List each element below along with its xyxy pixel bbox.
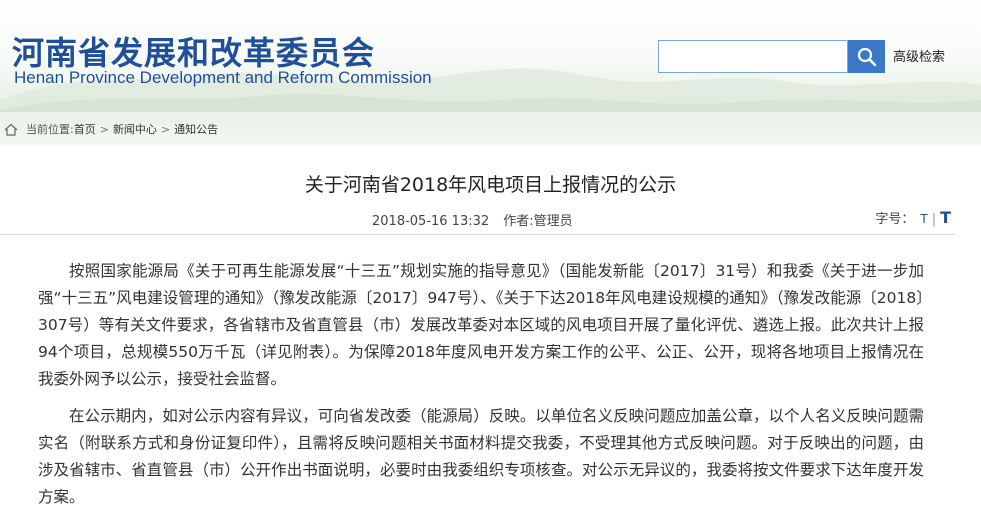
breadcrumb-separator: > <box>99 122 109 136</box>
breadcrumb-home[interactable]: 首页 <box>74 121 96 137</box>
breadcrumb-separator: > <box>160 122 171 136</box>
breadcrumb-news-center[interactable]: 新闻中心 <box>113 121 157 137</box>
author: 作者:管理员 <box>503 214 573 229</box>
publish-date: 2018-05-16 13:32 <box>372 214 490 229</box>
font-size-control: 字号： T | T <box>875 208 951 227</box>
search-button[interactable] <box>848 40 885 73</box>
divider <box>0 234 955 235</box>
breadcrumb: 当前位置: 首页 > 新闻中心 > 通知公告 <box>0 112 981 146</box>
font-small-button[interactable]: T <box>920 212 927 226</box>
article-meta: 2018-05-16 13:32 作者:管理员 <box>372 210 583 229</box>
site-header: 河南省发展和改革委员会 Henan Province Development a… <box>0 0 981 112</box>
search-input[interactable] <box>658 40 848 73</box>
paragraph: 按照国家能源局《关于可再生能源发展“十三五”规划实施的指导意见》（国能发新能〔2… <box>38 262 924 388</box>
advanced-search-link[interactable]: 高级检索 <box>893 46 945 65</box>
site-subtitle: Henan Province Development and Reform Co… <box>14 68 432 87</box>
font-large-button[interactable]: T <box>940 208 951 227</box>
font-size-separator: | <box>931 212 937 227</box>
font-size-label: 字号： <box>875 212 915 227</box>
home-icon <box>4 123 18 136</box>
article-title: 关于河南省2018年风电项目上报情况的公示 <box>304 174 677 196</box>
breadcrumb-notices[interactable]: 通知公告 <box>174 121 218 137</box>
search-icon <box>857 47 876 66</box>
article-body: 按照国家能源局《关于可再生能源发展“十三五”规划实施的指导意见》（国能发新能〔2… <box>38 258 924 521</box>
breadcrumb-prefix: 当前位置: <box>26 123 74 136</box>
paragraph: 在公示期内，如对公示内容有异议，可向省发改委（能源局）反映。以单位名义反映问题应… <box>38 407 924 506</box>
